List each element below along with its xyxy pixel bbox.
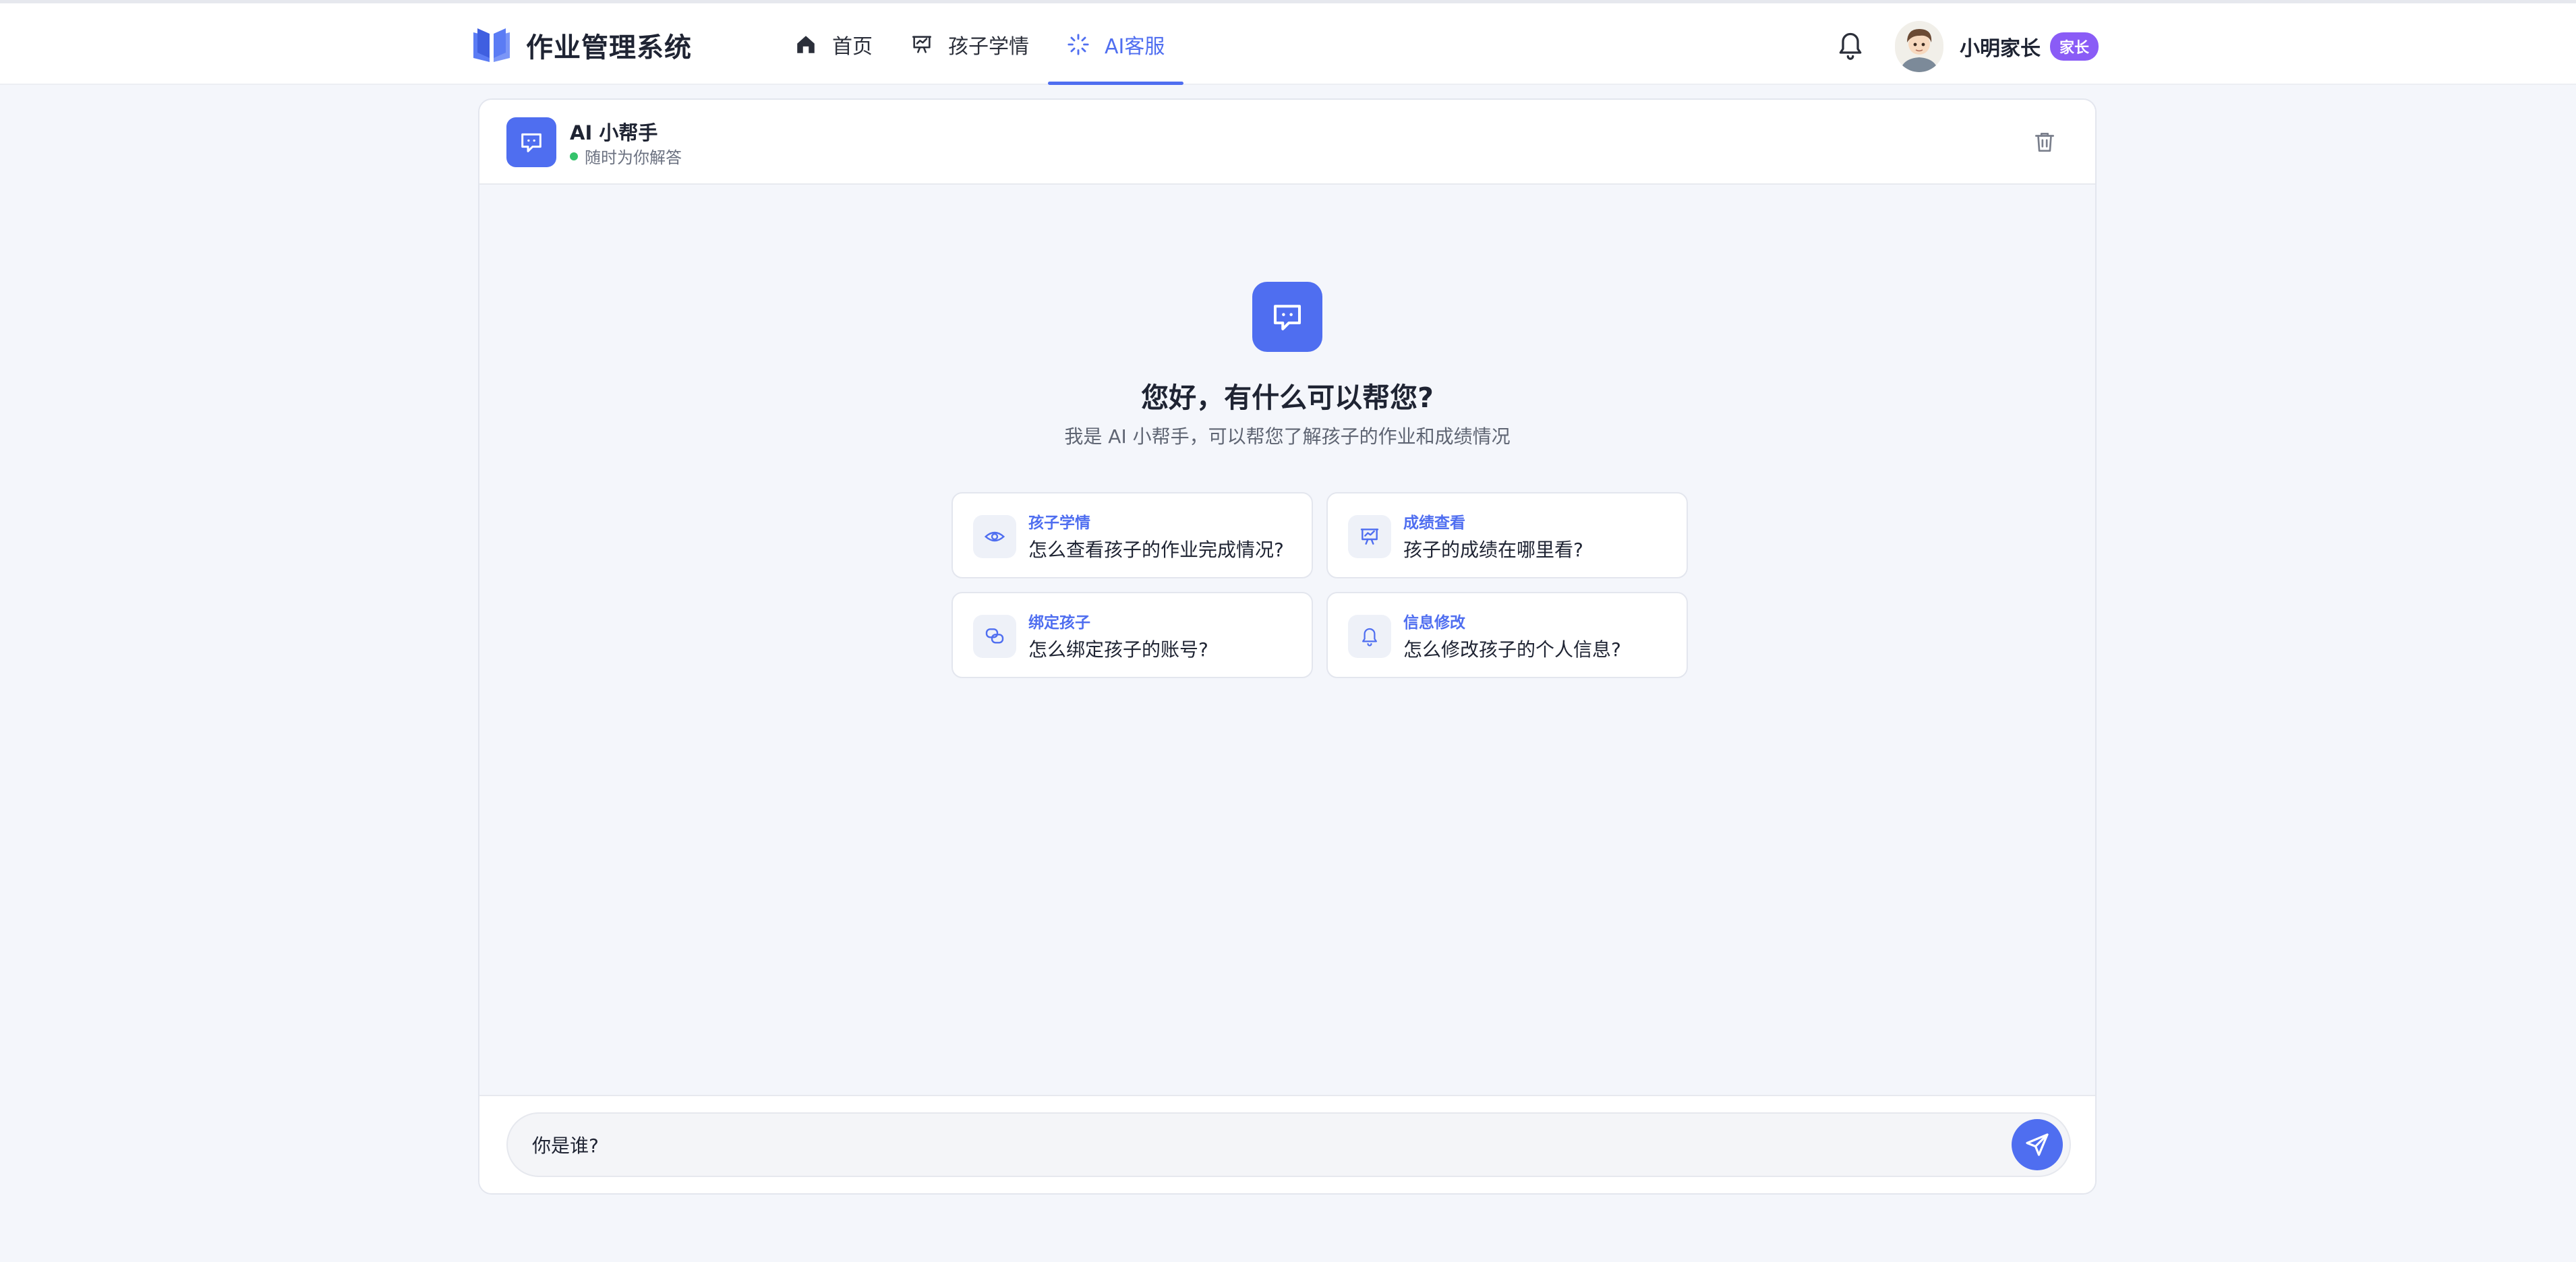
nav-item-label: 孩子学情 (948, 34, 1029, 59)
nav-item-label: AI客服 (1105, 34, 1165, 59)
avatar (1895, 21, 1943, 72)
card-tag: 信息修改 (1403, 614, 1465, 632)
bot-name: AI 小帮手 (570, 121, 658, 144)
card-tag: 成绩查看 (1403, 514, 1465, 532)
bot-status: 随时为你解答 (570, 144, 682, 168)
notification-bell-icon[interactable] (1836, 29, 1865, 61)
chat-input-container (506, 1112, 2071, 1177)
user-name: 小明家长 (1960, 37, 2041, 61)
chat-input[interactable] (532, 1114, 1989, 1176)
online-status-dot-icon (570, 152, 578, 160)
chat-bubbles-icon (985, 628, 1004, 644)
card-icon (1348, 515, 1391, 558)
card-icon (973, 515, 1016, 558)
chat-header: AI 小帮手 随时为你解答 (479, 100, 2095, 185)
suggestion-card-grades[interactable]: 成绩查看 孩子的成绩在哪里看? (1326, 492, 1688, 578)
card-question: 怎么查看孩子的作业完成情况? (1028, 539, 1284, 561)
bot-avatar (506, 117, 556, 167)
role-badge: 家长 (2050, 32, 2099, 61)
suggestion-card-child-study[interactable]: 孩子学情 怎么查看孩子的作业完成情况? (952, 492, 1313, 578)
card-icon (1348, 615, 1391, 658)
card-tag: 孩子学情 (1028, 514, 1090, 532)
welcome-bot-icon (1252, 282, 1322, 352)
welcome-title: 您好，有什么可以帮您? (1141, 382, 1434, 414)
eye-icon (984, 531, 1005, 542)
nav-item-label: 首页 (832, 34, 873, 59)
send-icon (2026, 1133, 2049, 1156)
nav-item-child-study[interactable]: 孩子学情 (891, 3, 1048, 85)
home-icon (797, 35, 815, 53)
card-tag: 绑定孩子 (1028, 614, 1090, 632)
main-nav: 首页 孩子学情 AI客服 (775, 3, 1184, 85)
card-question: 怎么修改孩子的个人信息? (1403, 638, 1621, 661)
app-title: 作业管理系统 (526, 32, 692, 63)
brand[interactable]: 作业管理系统 (471, 25, 692, 65)
card-question: 怎么绑定孩子的账号? (1028, 638, 1208, 661)
chat-bot-icon (1273, 305, 1301, 331)
card-icon (973, 615, 1016, 658)
welcome-subtitle: 我是 AI 小帮手，可以帮您了解孩子的作业和成绩情况 (1064, 425, 1511, 448)
suggestion-card-bind-child[interactable]: 绑定孩子 怎么绑定孩子的账号? (952, 592, 1313, 678)
presentation-chart-icon (1360, 529, 1379, 545)
card-question: 孩子的成绩在哪里看? (1403, 539, 1583, 561)
nav-item-ai-service[interactable]: AI客服 (1048, 3, 1184, 85)
book-logo-icon (473, 28, 510, 62)
send-button[interactable] (2012, 1119, 2063, 1170)
presentation-chart-icon (912, 35, 932, 53)
top-navbar: 作业管理系统 首页 孩子学情 AI客服 小明家长 家长 (0, 0, 2576, 85)
chat-panel: AI 小帮手 随时为你解答 您好，有什么可以帮您? 我是 AI 小帮手，可以帮您… (478, 98, 2097, 1195)
suggestion-card-edit-info[interactable]: 信息修改 怎么修改孩子的个人信息? (1326, 592, 1688, 678)
bot-status-text: 随时为你解答 (585, 148, 682, 167)
sparkle-loader-icon (1067, 33, 1089, 55)
trash-icon[interactable] (2032, 129, 2057, 155)
chat-bot-icon (521, 133, 541, 152)
user-menu[interactable]: 小明家长 家长 (1895, 20, 2099, 73)
bell-icon (1362, 628, 1377, 647)
chat-input-bar (479, 1095, 2095, 1193)
nav-item-home[interactable]: 首页 (775, 3, 891, 85)
